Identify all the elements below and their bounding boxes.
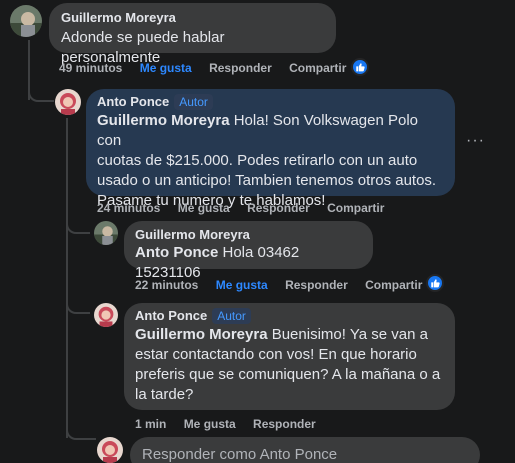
reply-button[interactable]: Responder: [285, 278, 348, 292]
thumbs-up-icon[interactable]: [351, 58, 369, 76]
author-name[interactable]: Anto Ponce: [97, 94, 169, 109]
comment-actions-4: 1 min Me gusta Responder: [135, 417, 330, 431]
author-badge: Autor: [212, 308, 251, 324]
like-button[interactable]: Me gusta: [184, 417, 236, 431]
comment-author[interactable]: Guillermo Moreyra: [135, 227, 362, 242]
mention-link[interactable]: Anto Ponce: [135, 244, 218, 261]
comment-author: Anto Ponce Autor: [135, 308, 444, 324]
comment-time[interactable]: 49 minutos: [59, 61, 122, 75]
share-button[interactable]: Compartir: [289, 61, 346, 75]
avatar-anto-ponce[interactable]: [55, 89, 81, 115]
comment-text: Guillermo Moreyra Hola! Son Volkswagen P…: [97, 112, 437, 209]
thread-curve-1: [28, 40, 54, 102]
comment-author: Anto Ponce Autor: [97, 94, 444, 110]
mention-link[interactable]: Guillermo Moreyra: [97, 112, 230, 129]
reply-button[interactable]: Responder: [253, 417, 316, 431]
reply-input[interactable]: Responder como Anto Ponce: [130, 437, 480, 463]
comment-bubble-4: Anto Ponce Autor Guillermo Moreyra Buenis…: [124, 303, 455, 410]
avatar-anto-ponce-composer[interactable]: [97, 437, 123, 463]
comment-time[interactable]: 24 minutos: [97, 201, 160, 215]
like-button[interactable]: Me gusta: [216, 278, 268, 292]
comment-author[interactable]: Guillermo Moreyra: [61, 10, 324, 25]
avatar-anto-image: [97, 437, 123, 463]
thread-curve-2: [66, 200, 90, 234]
thread-line-level2: [66, 118, 68, 438]
share-button[interactable]: Compartir: [327, 201, 384, 215]
comment-bubble-1: Guillermo Moreyra Adonde se puede hablar…: [49, 3, 336, 66]
comment-bubble-2: Anto Ponce Autor Guillermo Moreyra Hola! …: [86, 89, 455, 209]
comment-time[interactable]: 1 min: [135, 417, 166, 431]
avatar-anto-ponce[interactable]: [94, 303, 118, 327]
avatar-anto-image: [55, 89, 81, 115]
avatar-anto-image: [94, 303, 118, 327]
comment-actions-2: 24 minutos Me gusta Responder Compartir: [97, 201, 398, 215]
more-options-icon[interactable]: ···: [466, 132, 485, 150]
like-button[interactable]: Me gusta: [140, 61, 192, 75]
share-button[interactable]: Compartir: [365, 278, 422, 292]
avatar-guillermo-image: [10, 5, 42, 37]
comment-text: Anto Ponce Hola 03462 15231106: [135, 244, 300, 281]
avatar-guillermo[interactable]: [94, 221, 118, 245]
comment-time[interactable]: 22 minutos: [135, 278, 198, 292]
comment-text: Guillermo Moreyra Buenisimo! Ya se van a…: [135, 326, 441, 403]
author-name[interactable]: Anto Ponce: [135, 308, 207, 323]
comment-actions-3: 22 minutos Me gusta Responder Compartir: [135, 278, 436, 292]
thumbs-up-icon[interactable]: [426, 274, 444, 292]
reply-button[interactable]: Responder: [247, 201, 310, 215]
comment-actions-1: 49 minutos Me gusta Responder Compartir: [59, 61, 360, 75]
mention-link[interactable]: Guillermo Moreyra: [135, 326, 268, 343]
avatar-guillermo[interactable]: [10, 5, 42, 37]
comment-bubble-3: Guillermo Moreyra Anto Ponce Hola 03462 …: [124, 221, 373, 281]
author-badge: Autor: [174, 94, 213, 110]
thread-curve-4: [66, 400, 96, 440]
avatar-guillermo-image: [94, 221, 118, 245]
thread-curve-3: [66, 280, 90, 314]
reply-button[interactable]: Responder: [209, 61, 272, 75]
like-button[interactable]: Me gusta: [178, 201, 230, 215]
